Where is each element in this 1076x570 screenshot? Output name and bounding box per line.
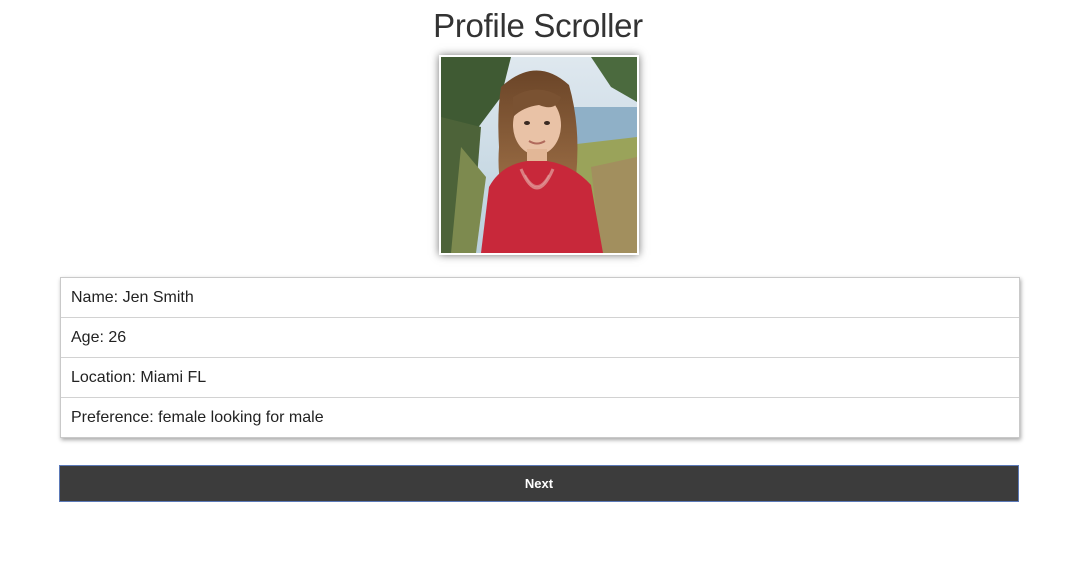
profile-scroller-page: Profile Scroller Name: Jen Smith Age: 26… bbox=[0, 0, 1076, 570]
profile-age-value: 26 bbox=[108, 329, 127, 346]
profile-name-label: Name: bbox=[71, 289, 119, 306]
next-button[interactable]: Next bbox=[59, 465, 1019, 502]
profile-age-label: Age: bbox=[71, 329, 104, 346]
profile-info-list: Name: Jen Smith Age: 26 Location: Miami … bbox=[60, 277, 1020, 438]
page-title: Profile Scroller bbox=[433, 7, 643, 44]
profile-location-label: Location: bbox=[71, 369, 136, 386]
profile-age-row: Age: 26 bbox=[61, 318, 1019, 358]
profile-preference-label: Preference: bbox=[71, 409, 154, 426]
profile-preference-value: female looking for male bbox=[158, 409, 324, 426]
profile-preference-row: Preference: female looking for male bbox=[61, 398, 1019, 437]
profile-location-value: Miami FL bbox=[140, 369, 207, 386]
profile-name-value: Jen Smith bbox=[122, 289, 194, 306]
profile-photo bbox=[439, 55, 639, 255]
profile-name-row: Name: Jen Smith bbox=[61, 278, 1019, 318]
profile-location-row: Location: Miami FL bbox=[61, 358, 1019, 398]
